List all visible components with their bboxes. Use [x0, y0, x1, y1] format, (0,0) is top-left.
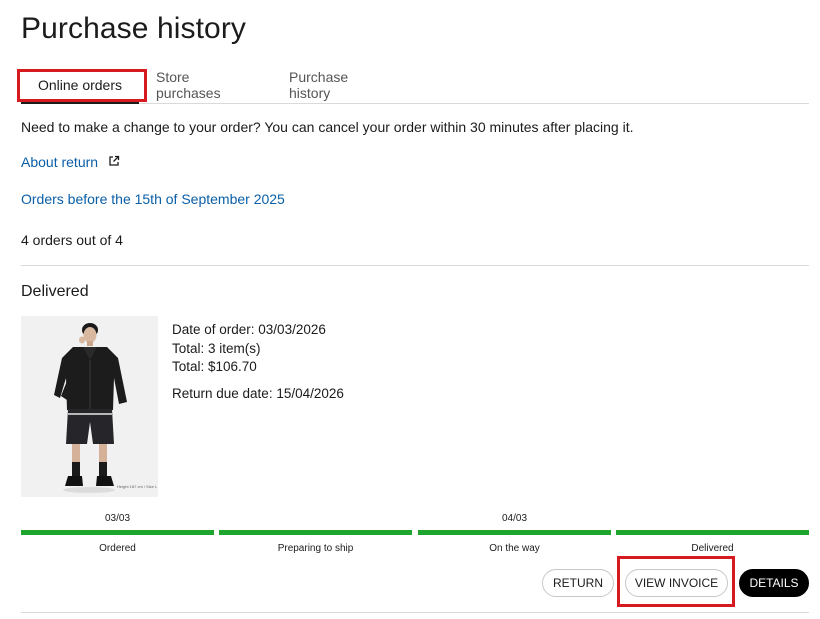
details-button[interactable]: DETAILS: [739, 569, 809, 597]
external-link-icon: [108, 154, 120, 170]
progress-step-delivered: Delivered: [616, 512, 809, 562]
divider: [21, 612, 809, 613]
progress-bar: [21, 530, 214, 535]
tab-purchase-history[interactable]: Purchase history: [289, 66, 392, 103]
page-title: Purchase history: [21, 12, 247, 45]
model-photo: [21, 316, 158, 497]
product-image[interactable]: Height 187 cm / Size L: [21, 316, 158, 497]
return-button[interactable]: RETURN: [542, 569, 614, 597]
order-info: Date of order: 03/03/2026 Total: 3 item(…: [172, 321, 344, 403]
order-status-title: Delivered: [21, 283, 89, 300]
progress-step-label: Preparing to ship: [277, 543, 354, 554]
progress-step-date: 03/03: [104, 513, 131, 524]
progress-step-ordered: 03/03 Ordered: [21, 512, 214, 562]
progress-step-preparing: Preparing to ship: [219, 512, 412, 562]
orders-before-link[interactable]: Orders before the 15th of September 2025: [21, 191, 285, 207]
return-due-date: Return due date: 15/04/2026: [172, 385, 344, 401]
order-total-price: Total: $106.70: [172, 359, 257, 374]
progress-step-date: [616, 513, 809, 525]
progress-step-label: Ordered: [99, 543, 136, 554]
progress-step-on-the-way: 04/03 On the way: [418, 512, 611, 562]
progress-step-date: [219, 513, 412, 525]
progress-step-date: 04/03: [501, 513, 528, 524]
progress-step-label: Delivered: [691, 543, 734, 554]
progress-bar: [616, 530, 809, 535]
tab-store-purchases[interactable]: Store purchases: [156, 66, 256, 103]
orders-count: 4 orders out of 4: [21, 232, 123, 248]
progress-bar: [219, 530, 412, 535]
about-return-link[interactable]: About return: [21, 154, 120, 170]
tab-online-orders[interactable]: Online orders: [21, 66, 139, 104]
progress-bar: [418, 530, 611, 535]
order-date: Date of order: 03/03/2026: [172, 322, 326, 337]
view-invoice-button[interactable]: VIEW INVOICE: [625, 569, 728, 597]
order-progress: 03/03 Ordered Preparing to ship 04/03 On…: [21, 512, 809, 562]
about-return-label: About return: [21, 154, 99, 170]
cancel-notice: Need to make a change to your order? You…: [21, 119, 634, 135]
divider: [21, 265, 809, 266]
progress-step-label: On the way: [489, 543, 540, 554]
order-tabs: Online orders Store purchases Purchase h…: [21, 66, 809, 104]
image-caption: Height 187 cm / Size L: [117, 484, 158, 489]
order-total-items: Total: 3 item(s): [172, 340, 261, 356]
